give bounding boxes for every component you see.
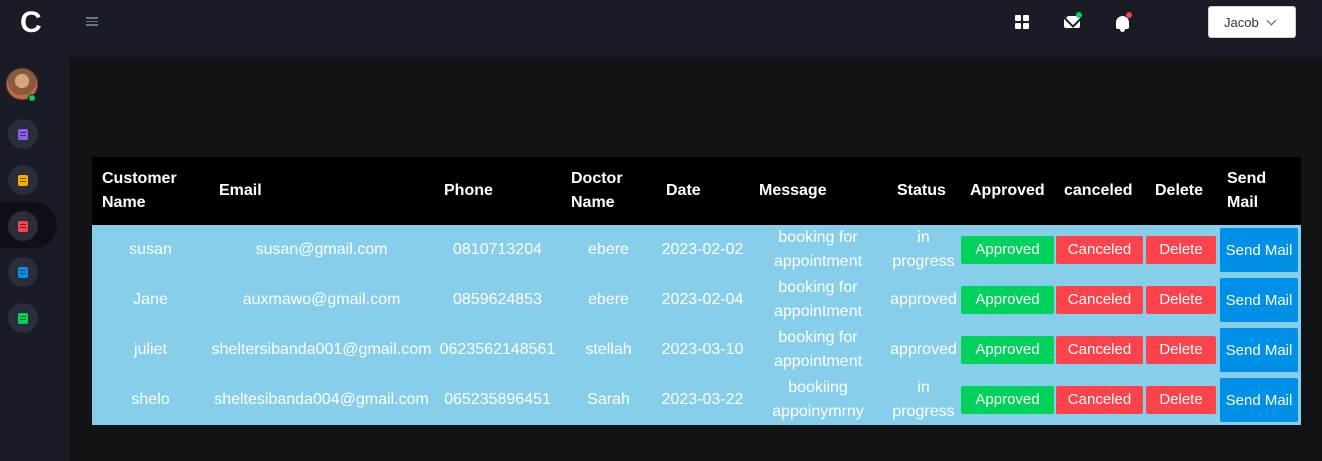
doctor-cell: ebere (588, 291, 629, 308)
approve-button[interactable]: Approved (961, 236, 1054, 264)
message-cell: booking for appointment (773, 279, 863, 320)
notifications-button[interactable] (1112, 12, 1132, 32)
grid-icon (1015, 15, 1029, 29)
mail-notification-dot (1076, 12, 1082, 18)
approve-button[interactable]: Approved (961, 386, 1054, 414)
cancel-button[interactable]: Canceled (1056, 336, 1143, 364)
column-header: Doctor Name (571, 170, 623, 211)
chevron-down-icon (1266, 15, 1277, 26)
bell-notification-dot (1126, 12, 1132, 18)
column-header: Customer Name (102, 170, 177, 211)
doctor-cell: stellah (585, 341, 632, 358)
send-mail-button[interactable]: Send Mail (1220, 278, 1298, 322)
delete-button[interactable]: Delete (1146, 386, 1216, 414)
cancel-button[interactable]: Canceled (1056, 386, 1143, 414)
send-mail-button[interactable]: Send Mail (1220, 328, 1298, 372)
table-row: juliet sheltersibanda001@gmail.com 06235… (92, 325, 1301, 375)
column-header: Status (897, 182, 946, 199)
document-icon (18, 312, 28, 324)
email-cell: susan@gmail.com (255, 241, 388, 258)
brand-logo[interactable]: C (20, 6, 42, 40)
cancel-button[interactable]: Canceled (1056, 286, 1143, 314)
message-cell: booking for appointment (773, 229, 863, 270)
menu-toggle-icon[interactable] (86, 15, 98, 27)
approve-button[interactable]: Approved (961, 336, 1054, 364)
column-header: canceled (1064, 182, 1133, 199)
delete-button[interactable]: Delete (1146, 336, 1216, 364)
status-cell: approved (890, 291, 957, 308)
doctor-cell: Sarah (587, 391, 630, 408)
sidebar-item-1[interactable] (8, 119, 38, 149)
email-cell: auxmawo@gmail.com (242, 291, 401, 308)
message-cell: booking for appointment (773, 329, 863, 370)
document-icon (18, 266, 28, 278)
document-icon (18, 220, 28, 232)
table-row: shelo sheltesibanda004@gmail.com 0652358… (92, 375, 1301, 425)
sidebar-item-5[interactable] (8, 303, 38, 333)
send-mail-button[interactable]: Send Mail (1220, 228, 1298, 272)
column-header: Phone (444, 182, 493, 199)
sidebar-item-3[interactable] (8, 211, 38, 241)
delete-button[interactable]: Delete (1146, 286, 1216, 314)
phone-cell: 065235896451 (444, 391, 551, 408)
customer-name-cell: Jane (133, 291, 168, 308)
status-cell: in progress (892, 229, 955, 270)
column-header: Email (219, 182, 262, 199)
column-header: Date (666, 182, 701, 199)
column-header: Send Mail (1227, 170, 1267, 211)
table-row: susan susan@gmail.com 0810713204 ebere 2… (92, 225, 1301, 275)
approve-button[interactable]: Approved (961, 286, 1054, 314)
customer-name-cell: juliet (134, 341, 167, 358)
table-row: Jane auxmawo@gmail.com 0859624853 ebere … (92, 275, 1301, 325)
column-header: Approved (970, 182, 1045, 199)
status-cell: in progress (892, 379, 955, 420)
cancel-button[interactable]: Canceled (1056, 236, 1143, 264)
phone-cell: 0810713204 (453, 241, 542, 258)
user-name: Jacob (1224, 14, 1259, 30)
document-icon (18, 174, 28, 186)
email-cell: sheltersibanda001@gmail.com (211, 341, 432, 358)
delete-button[interactable]: Delete (1146, 236, 1216, 264)
message-cell: bookiing appoinymrny (772, 379, 864, 420)
column-header: Message (759, 182, 827, 199)
column-header: Delete (1155, 182, 1204, 199)
customer-name-cell: shelo (131, 391, 170, 408)
online-status-dot (28, 94, 36, 102)
document-icon (18, 128, 28, 140)
phone-cell: 0859624853 (453, 291, 542, 308)
date-cell: 2023-02-02 (661, 241, 744, 258)
appointments-table: Customer Name Email Phone Doctor Name Da… (92, 157, 1301, 425)
messages-button[interactable] (1062, 12, 1082, 32)
date-cell: 2023-03-10 (661, 341, 744, 358)
user-dropdown[interactable]: Jacob (1208, 6, 1296, 38)
date-cell: 2023-03-22 (661, 391, 744, 408)
date-cell: 2023-02-04 (661, 291, 744, 308)
doctor-cell: ebere (588, 241, 629, 258)
apps-grid-button[interactable] (1012, 12, 1032, 32)
customer-name-cell: susan (129, 241, 172, 258)
status-cell: approved (890, 341, 957, 358)
email-cell: sheltesibanda004@gmail.com (214, 391, 429, 408)
top-navbar: Jacob (70, 0, 1322, 57)
table-header-row: Customer Name Email Phone Doctor Name Da… (92, 157, 1301, 225)
phone-cell: 0623562148561 (439, 341, 556, 358)
sidebar-item-2[interactable] (8, 165, 38, 195)
sidebar-item-4[interactable] (8, 257, 38, 287)
send-mail-button[interactable]: Send Mail (1220, 378, 1298, 422)
sidebar: C (0, 0, 70, 461)
